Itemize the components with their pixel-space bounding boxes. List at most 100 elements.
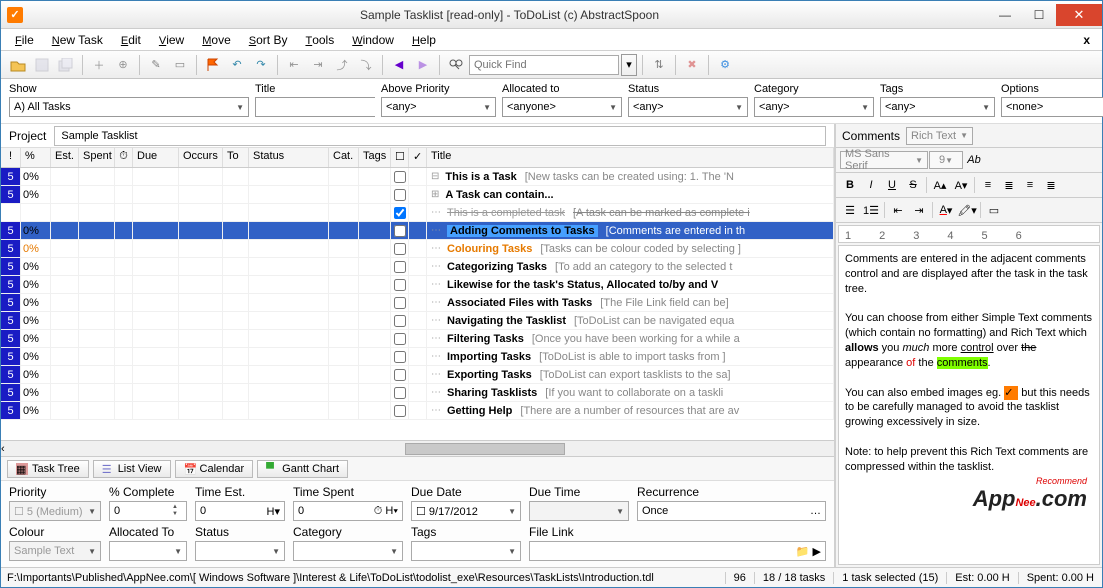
table-row[interactable]: 5 0% ⋯Getting Help[There are a number of… [1,402,834,420]
timespent-input[interactable]: 0⏱ H▾ [293,501,403,521]
comments-format-select[interactable]: Rich Text▼ [906,127,973,145]
ruler[interactable]: 123456 [838,225,1100,243]
justify-icon[interactable]: ≣ [1041,175,1061,195]
col-clock[interactable]: ⏱ [115,148,133,167]
font-select[interactable]: MS Sans Serif▼ [840,151,928,169]
table-row[interactable]: 5 0% ⋯Filtering Tasks[Once you have been… [1,330,834,348]
col-to[interactable]: To [223,148,249,167]
duetime-input[interactable]: ▼ [529,501,629,521]
outdent-icon[interactable]: ⇤ [888,200,908,220]
bullets-icon[interactable]: ☰ [840,200,860,220]
fontcolor-icon[interactable]: A▾ [936,200,956,220]
indent-right-icon[interactable]: ⇥ [307,54,329,76]
allocatedto-input[interactable]: ▼ [109,541,187,561]
col-priority[interactable]: ! [1,148,21,167]
priority-input[interactable]: ☐ 5 (Medium)▼ [9,501,101,521]
tags-filter-select[interactable]: <any>▼ [880,97,995,117]
project-input[interactable]: Sample Tasklist [54,126,826,146]
minimize-button[interactable]: — [988,4,1022,26]
recurrence-input[interactable]: Once… [637,501,826,521]
menu-help[interactable]: Help [404,31,444,49]
col-cat[interactable]: Cat. [329,148,359,167]
edit-icon[interactable]: ✎ [145,54,167,76]
shrink-icon[interactable]: A▾ [951,175,971,195]
undo-icon[interactable]: ↶ [226,54,248,76]
next-icon[interactable]: ▶ [412,54,434,76]
close-tab-button[interactable]: x [1077,31,1096,49]
quickfind-input[interactable] [469,55,619,75]
move-up-icon[interactable]: ⤴ [331,54,353,76]
table-row[interactable]: 5 0% ⋯Categorizing Tasks[To add an categ… [1,258,834,276]
col-check[interactable]: ☐ [391,148,409,167]
indent-left-icon[interactable]: ⇤ [283,54,305,76]
prev-icon[interactable]: ◀ [388,54,410,76]
col-percent[interactable]: % [21,148,51,167]
strike-icon[interactable]: S [903,175,923,195]
col-spent[interactable]: Spent [79,148,115,167]
table-row[interactable]: ⋯This is a completed task [A task can be… [1,204,834,222]
status-filter-select[interactable]: <any>▼ [628,97,748,117]
align-right-icon[interactable]: ≡ [1020,175,1040,195]
underline-icon[interactable]: U [882,175,902,195]
comment-body[interactable]: Comments are entered in the adjacent com… [838,245,1100,565]
table-row[interactable]: 5 0% ⊟This is a Task[New tasks can be cr… [1,168,834,186]
bold-icon[interactable]: B [840,175,860,195]
menu-sortby[interactable]: Sort By [241,31,296,49]
grow-icon[interactable]: A▴ [930,175,950,195]
newsubtask-icon[interactable]: ⊕ [112,54,134,76]
menu-newtask[interactable]: New Task [44,31,111,49]
close-button[interactable]: ✕ [1056,4,1102,26]
col-tags[interactable]: Tags [359,148,391,167]
col-occurs[interactable]: Occurs [179,148,223,167]
table-row[interactable]: 5 0% ⋯Likewise for the task's Status, Al… [1,276,834,294]
col-due[interactable]: Due [133,148,179,167]
table-row[interactable]: 5 0% ⋯Associated Files with Tasks[The Fi… [1,294,834,312]
insert-icon[interactable]: ▭ [984,200,1004,220]
align-center-icon[interactable]: ≣ [999,175,1019,195]
menu-edit[interactable]: Edit [113,31,149,49]
indent-icon[interactable]: ⇥ [909,200,929,220]
delete-icon[interactable]: ✖ [681,54,703,76]
h-scrollbar[interactable]: ‹ [1,440,834,456]
tab-gantt[interactable]: ▀Gantt Chart [257,460,348,478]
table-row[interactable]: 5 0% ⋯Colouring Tasks[Tasks can be colou… [1,240,834,258]
maximize-button[interactable]: ☐ [1022,4,1056,26]
timeest-input[interactable]: 0H▾ [195,501,285,521]
saveall-icon[interactable] [55,54,77,76]
italic-icon[interactable]: I [861,175,881,195]
redo-icon[interactable]: ↷ [250,54,272,76]
numbers-icon[interactable]: 1☰ [861,200,881,220]
filelink-input[interactable]: 📁 ▶ [529,541,826,561]
category-filter-select[interactable]: <any>▼ [754,97,874,117]
col-est[interactable]: Est. [51,148,79,167]
menu-move[interactable]: Move [194,31,239,49]
colour-input[interactable]: Sample Text▼ [9,541,101,561]
save-icon[interactable] [31,54,53,76]
table-row[interactable]: 5 0% ⋯Importing Tasks[ToDoList is able t… [1,348,834,366]
newtask-icon[interactable]: ＋ [88,54,110,76]
find-icon[interactable] [445,54,467,76]
sort-icon[interactable]: ⇅ [648,54,670,76]
settings-icon[interactable]: ⚙ [714,54,736,76]
allocated-filter-select[interactable]: <anyone>▼ [502,97,622,117]
table-row[interactable]: 5 0% ⋯Navigating the Tasklist[ToDoList c… [1,312,834,330]
menu-view[interactable]: View [151,31,192,49]
table-row[interactable]: 5 0% ⊞A Task can contain... [1,186,834,204]
grid-body[interactable]: 5 0% ⊟This is a Task[New tasks can be cr… [1,168,834,440]
status-input[interactable]: ▼ [195,541,285,561]
comment-icon[interactable]: ▭ [169,54,191,76]
table-row[interactable]: 5 0% ⋯Sharing Tasklists[If you want to c… [1,384,834,402]
align-left-icon[interactable]: ≡ [978,175,998,195]
case-icon[interactable]: Ab [964,150,984,170]
category-input[interactable]: ▼ [293,541,403,561]
table-row[interactable]: 5 0% ⋯Adding Comments to Tasks[Comments … [1,222,834,240]
table-row[interactable]: 5 0% ⋯Exporting Tasks[ToDoList can expor… [1,366,834,384]
priority-filter-select[interactable]: <any>▼ [381,97,496,117]
tab-tasktree[interactable]: ▦Task Tree [7,460,89,478]
menu-tools[interactable]: Tools [297,31,342,49]
show-select[interactable]: A) All Tasks▼ [9,97,249,117]
fontsize-select[interactable]: 9 ▼ [929,151,963,169]
move-down-icon[interactable]: ⤵ [355,54,377,76]
col-status[interactable]: Status [249,148,329,167]
col-tick[interactable]: ✓ [409,148,427,167]
